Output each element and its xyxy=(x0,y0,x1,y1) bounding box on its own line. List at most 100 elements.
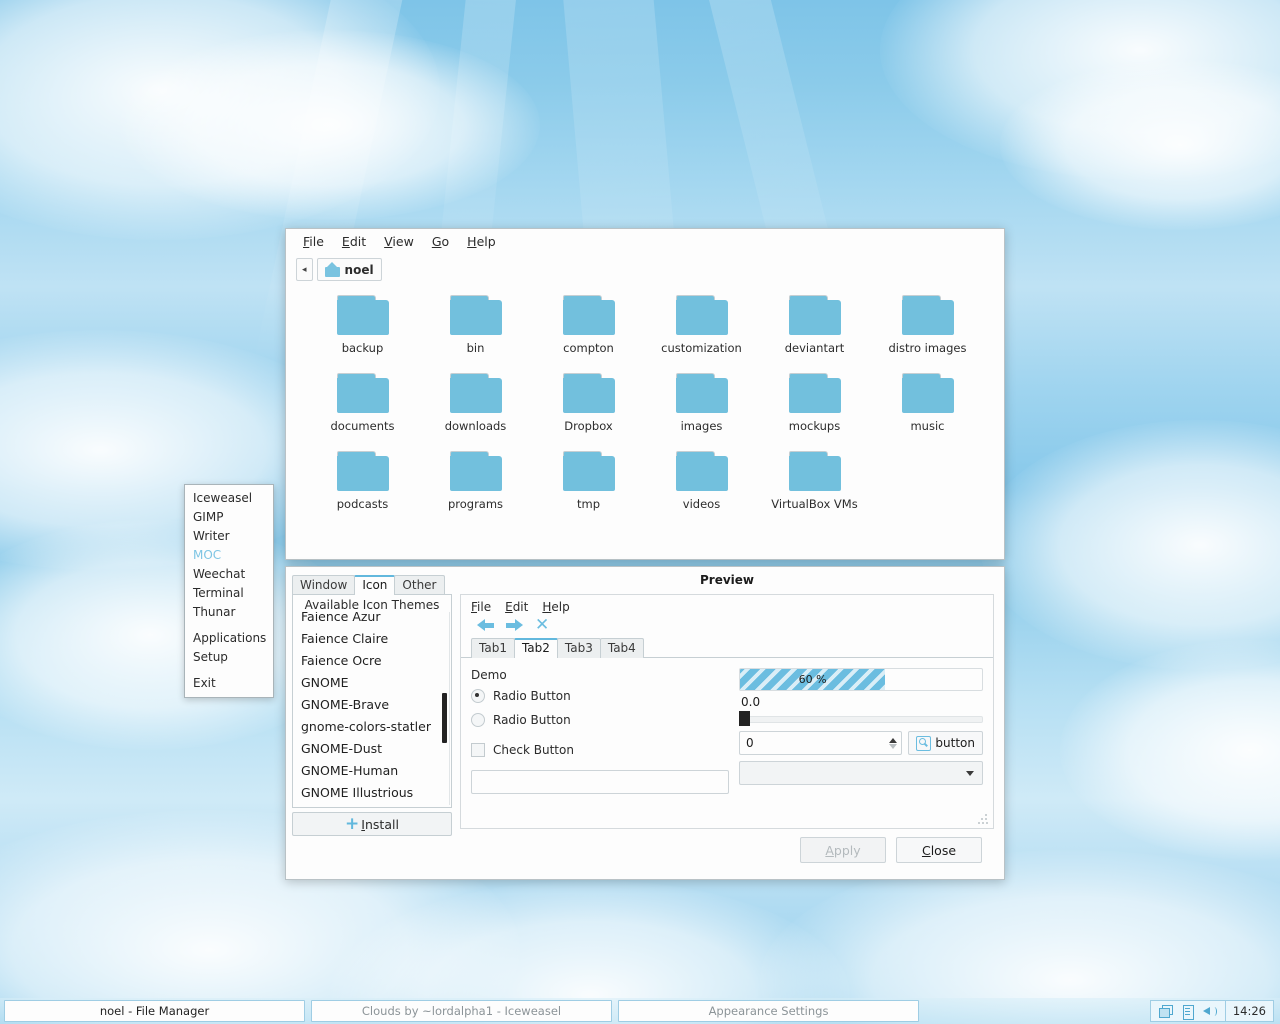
folder-item[interactable]: tmp xyxy=(532,451,645,529)
appearance-settings-window: Window Icon Other Available Icon Themes Fa… xyxy=(285,566,1005,880)
taskbar-item[interactable]: noel - File Manager xyxy=(4,1000,305,1022)
folder-item[interactable]: videos xyxy=(645,451,758,529)
menu-go[interactable]: Go xyxy=(423,232,458,251)
text-entry[interactable] xyxy=(471,770,729,794)
desktop-menu-item[interactable]: Thunar xyxy=(185,603,273,622)
icon-theme-item[interactable]: gnome-colors-statler xyxy=(293,716,451,738)
spin-arrows[interactable] xyxy=(889,737,898,749)
desktop-menu-item[interactable]: Writer xyxy=(185,527,273,546)
folder-item[interactable]: backup xyxy=(306,295,419,373)
icon-theme-item[interactable]: GNOME Illustrious xyxy=(293,782,451,804)
forward-arrow-icon[interactable] xyxy=(506,619,523,632)
preview-title: Preview xyxy=(699,573,754,587)
volume-icon[interactable] xyxy=(1202,1005,1217,1018)
desktop-menu-item[interactable]: Applications xyxy=(185,629,273,648)
breadcrumb-home-button[interactable]: noel xyxy=(316,258,382,281)
close-button[interactable]: Close xyxy=(896,837,982,863)
search-icon xyxy=(916,735,932,751)
demo-left-column: Demo Radio Button Radio Button Check But… xyxy=(471,668,729,794)
system-tray: 14:26 xyxy=(1149,1000,1276,1022)
tab-icon[interactable]: Icon xyxy=(354,575,396,595)
icon-theme-item[interactable]: GNOME-Human xyxy=(293,760,451,782)
preview-tab-tab2[interactable]: Tab2 xyxy=(513,638,558,658)
folder-label: documents xyxy=(330,419,395,433)
scrollbar-trough[interactable] xyxy=(449,607,450,805)
windows-switch-icon[interactable] xyxy=(1158,1004,1173,1018)
tab-other[interactable]: Other xyxy=(394,575,445,595)
menu-edit[interactable]: Edit xyxy=(333,232,375,251)
menu-file[interactable]: File xyxy=(294,232,333,251)
folder-item[interactable]: images xyxy=(645,373,758,451)
desktop-menu-item[interactable]: Weechat xyxy=(185,565,273,584)
desktop-menu-item[interactable]: Setup xyxy=(185,648,273,667)
folder-item[interactable]: bin xyxy=(419,295,532,373)
folder-item[interactable]: VirtualBox VMs xyxy=(758,451,871,529)
icon-theme-item[interactable]: Faience Ocre xyxy=(293,650,451,672)
preview-button[interactable]: button xyxy=(908,731,983,755)
radio-row-1[interactable]: Radio Button xyxy=(471,684,729,708)
preview-tab-tab4[interactable]: Tab4 xyxy=(599,638,644,658)
resize-grip[interactable] xyxy=(978,814,988,824)
radio-label-2: Radio Button xyxy=(493,713,571,727)
icon-theme-item[interactable]: GNOME-Brave xyxy=(293,694,451,716)
folder-icon xyxy=(336,295,389,335)
preview-tab-tab3[interactable]: Tab3 xyxy=(556,638,601,658)
icon-theme-list[interactable]: Available Icon Themes Faience Azur Faienc… xyxy=(292,594,452,808)
breadcrumb-back-button[interactable]: ◂ xyxy=(296,258,313,281)
desktop-menu-item[interactable]: Iceweasel xyxy=(185,489,273,508)
close-x-icon[interactable]: ✕ xyxy=(535,617,549,634)
slider[interactable] xyxy=(739,711,983,726)
slider-thumb[interactable] xyxy=(739,711,750,726)
icon-theme-items: Faience Azur Faience Claire Faience Ocre GN… xyxy=(293,595,451,804)
preview-button-label: button xyxy=(935,736,975,750)
spin-button[interactable]: 0 xyxy=(739,731,903,755)
combo-box[interactable] xyxy=(739,761,983,785)
slider-trough[interactable] xyxy=(739,716,983,723)
preview-menu-file[interactable]: File xyxy=(471,600,491,614)
desktop-menu-item[interactable]: Exit xyxy=(185,674,273,693)
menu-help[interactable]: Help xyxy=(458,232,505,251)
icon-theme-item[interactable]: GNOME-Dust xyxy=(293,738,451,760)
preview-tab-tab1[interactable]: Tab1 xyxy=(471,638,515,658)
icon-theme-item[interactable]: Faience Claire xyxy=(293,628,451,650)
folder-item[interactable]: documents xyxy=(306,373,419,451)
desktop-menu-item[interactable]: GIMP xyxy=(185,508,273,527)
menu-view[interactable]: View xyxy=(375,232,423,251)
preview-menubar: File Edit Help xyxy=(461,595,993,614)
folder-label: deviantart xyxy=(784,341,845,355)
check-button[interactable] xyxy=(471,743,485,757)
folder-item[interactable]: mockups xyxy=(758,373,871,451)
taskbar-item[interactable]: Clouds by ~lordalpha1 - Iceweasel xyxy=(311,1000,612,1022)
radio-row-2[interactable]: Radio Button xyxy=(471,708,729,732)
folder-item[interactable]: Dropbox xyxy=(532,373,645,451)
folder-item[interactable]: programs xyxy=(419,451,532,529)
tab-window[interactable]: Window xyxy=(292,575,356,595)
folder-item[interactable]: music xyxy=(871,373,984,451)
folder-item[interactable]: deviantart xyxy=(758,295,871,373)
clipboard-icon[interactable] xyxy=(1181,1004,1195,1020)
folder-item[interactable]: distro images xyxy=(871,295,984,373)
back-arrow-icon[interactable] xyxy=(477,619,494,632)
apply-button[interactable]: Apply xyxy=(800,837,886,863)
folder-label: images xyxy=(680,419,723,433)
menu-separator xyxy=(185,622,273,629)
preview-menu-edit[interactable]: Edit xyxy=(505,600,528,614)
taskbar-items: noel - File Manager Clouds by ~lordalpha1… xyxy=(4,1000,925,1022)
taskbar-item[interactable]: Appearance Settings xyxy=(618,1000,919,1022)
folder-item[interactable]: podcasts xyxy=(306,451,419,529)
desktop-menu-item[interactable]: MOC xyxy=(185,546,273,565)
scrollbar-thumb[interactable] xyxy=(442,693,447,743)
folder-item[interactable]: customization xyxy=(645,295,758,373)
scale-value-label: 0.0 xyxy=(741,695,761,709)
install-button[interactable]: + Install xyxy=(292,812,452,836)
icon-theme-item[interactable]: GNOME xyxy=(293,672,451,694)
check-row[interactable]: Check Button xyxy=(471,738,729,762)
folder-item[interactable]: compton xyxy=(532,295,645,373)
radio-button-2[interactable] xyxy=(471,713,485,727)
clock[interactable]: 14:26 xyxy=(1225,1000,1274,1022)
radio-button-1[interactable] xyxy=(471,689,485,703)
preview-menu-help[interactable]: Help xyxy=(542,600,569,614)
folder-item[interactable]: downloads xyxy=(419,373,532,451)
folder-icon xyxy=(901,295,954,335)
desktop-menu-item[interactable]: Terminal xyxy=(185,584,273,603)
